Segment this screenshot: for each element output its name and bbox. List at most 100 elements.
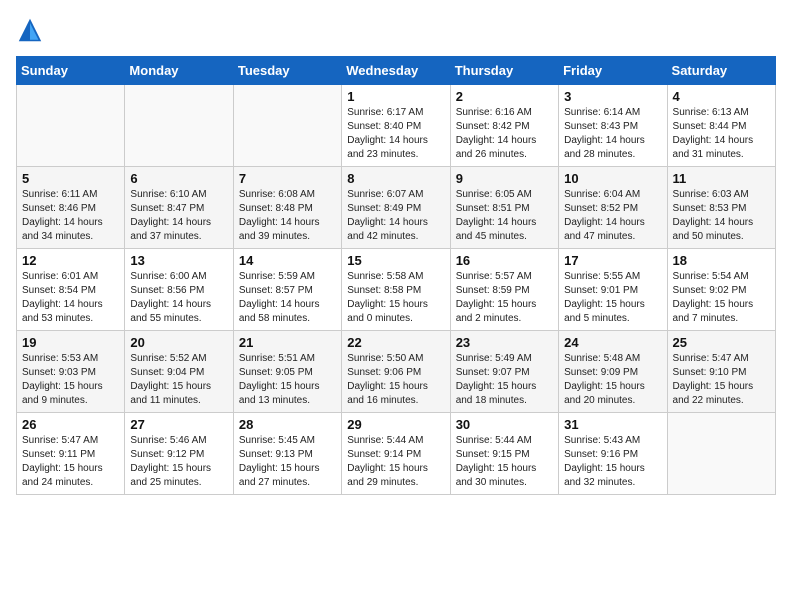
weekday-header: Tuesday: [233, 57, 341, 85]
weekday-header: Wednesday: [342, 57, 450, 85]
calendar-cell: 1 Sunrise: 6:17 AM Sunset: 8:40 PM Daylig…: [342, 85, 450, 167]
calendar-week-row: 1 Sunrise: 6:17 AM Sunset: 8:40 PM Daylig…: [17, 85, 776, 167]
day-number: 14: [239, 253, 336, 268]
day-number: 31: [564, 417, 661, 432]
day-info: Sunrise: 5:43 AM Sunset: 9:16 PM Dayligh…: [564, 434, 661, 490]
calendar-cell: 6 Sunrise: 6:10 AM Sunset: 8:47 PM Daylig…: [125, 167, 233, 249]
calendar-cell: 19 Sunrise: 5:53 AM Sunset: 9:03 PM Dayli…: [17, 331, 125, 413]
day-number: 28: [239, 417, 336, 432]
calendar-cell: 10Sunrise: 6:04 AM Sunset: 8:52 PM Dayli…: [559, 167, 667, 249]
weekday-header: Saturday: [667, 57, 775, 85]
day-info: Sunrise: 5:54 AM Sunset: 9:02 PM Dayligh…: [673, 270, 770, 326]
day-number: 10: [564, 171, 661, 186]
day-number: 5: [22, 171, 119, 186]
weekday-header: Friday: [559, 57, 667, 85]
day-number: 25: [673, 335, 770, 350]
day-number: 1: [347, 89, 444, 104]
day-info: Sunrise: 5:45 AM Sunset: 9:13 PM Dayligh…: [239, 434, 336, 490]
day-info: Sunrise: 6:08 AM Sunset: 8:48 PM Dayligh…: [239, 188, 336, 244]
day-number: 24: [564, 335, 661, 350]
page-header: [16, 16, 776, 44]
calendar-cell: 26 Sunrise: 5:47 AM Sunset: 9:11 PM Dayli…: [17, 413, 125, 495]
day-number: 30: [456, 417, 553, 432]
day-number: 27: [130, 417, 227, 432]
day-number: 19: [22, 335, 119, 350]
logo: [16, 16, 48, 44]
calendar-cell: 28 Sunrise: 5:45 AM Sunset: 9:13 PM Dayli…: [233, 413, 341, 495]
day-info: Sunrise: 6:14 AM Sunset: 8:43 PM Dayligh…: [564, 106, 661, 162]
calendar-cell: 21 Sunrise: 5:51 AM Sunset: 9:05 PM Dayli…: [233, 331, 341, 413]
day-info: Sunrise: 6:17 AM Sunset: 8:40 PM Dayligh…: [347, 106, 444, 162]
day-info: Sunrise: 5:44 AM Sunset: 9:15 PM Dayligh…: [456, 434, 553, 490]
day-info: Sunrise: 6:10 AM Sunset: 8:47 PM Dayligh…: [130, 188, 227, 244]
day-info: Sunrise: 6:11 AM Sunset: 8:46 PM Dayligh…: [22, 188, 119, 244]
day-info: Sunrise: 5:47 AM Sunset: 9:10 PM Dayligh…: [673, 352, 770, 408]
calendar-cell: 17Sunrise: 5:55 AM Sunset: 9:01 PM Dayli…: [559, 249, 667, 331]
weekday-header-row: SundayMondayTuesdayWednesdayThursdayFrid…: [17, 57, 776, 85]
day-info: Sunrise: 6:07 AM Sunset: 8:49 PM Dayligh…: [347, 188, 444, 244]
calendar-cell: 31 Sunrise: 5:43 AM Sunset: 9:16 PM Dayli…: [559, 413, 667, 495]
day-number: 15: [347, 253, 444, 268]
calendar-cell: 16Sunrise: 5:57 AM Sunset: 8:59 PM Dayli…: [450, 249, 558, 331]
calendar-cell: 12Sunrise: 6:01 AM Sunset: 8:54 PM Dayli…: [17, 249, 125, 331]
calendar-cell: 20Sunrise: 5:52 AM Sunset: 9:04 PM Dayli…: [125, 331, 233, 413]
day-info: Sunrise: 5:47 AM Sunset: 9:11 PM Dayligh…: [22, 434, 119, 490]
calendar-cell: 14 Sunrise: 5:59 AM Sunset: 8:57 PM Dayli…: [233, 249, 341, 331]
logo-icon: [16, 16, 44, 44]
calendar-cell: 27 Sunrise: 5:46 AM Sunset: 9:12 PM Dayli…: [125, 413, 233, 495]
calendar-cell: 3 Sunrise: 6:14 AM Sunset: 8:43 PM Daylig…: [559, 85, 667, 167]
calendar-cell: 4 Sunrise: 6:13 AM Sunset: 8:44 PM Daylig…: [667, 85, 775, 167]
day-number: 29: [347, 417, 444, 432]
calendar-cell: 24 Sunrise: 5:48 AM Sunset: 9:09 PM Dayli…: [559, 331, 667, 413]
day-info: Sunrise: 5:46 AM Sunset: 9:12 PM Dayligh…: [130, 434, 227, 490]
day-number: 11: [673, 171, 770, 186]
day-info: Sunrise: 6:00 AM Sunset: 8:56 PM Dayligh…: [130, 270, 227, 326]
calendar-cell: 5 Sunrise: 6:11 AM Sunset: 8:46 PM Daylig…: [17, 167, 125, 249]
calendar-cell: 29 Sunrise: 5:44 AM Sunset: 9:14 PM Dayli…: [342, 413, 450, 495]
day-number: 12: [22, 253, 119, 268]
calendar-cell: 13 Sunrise: 6:00 AM Sunset: 8:56 PM Dayli…: [125, 249, 233, 331]
calendar-week-row: 12Sunrise: 6:01 AM Sunset: 8:54 PM Dayli…: [17, 249, 776, 331]
day-info: Sunrise: 6:03 AM Sunset: 8:53 PM Dayligh…: [673, 188, 770, 244]
day-info: Sunrise: 5:44 AM Sunset: 9:14 PM Dayligh…: [347, 434, 444, 490]
day-info: Sunrise: 6:13 AM Sunset: 8:44 PM Dayligh…: [673, 106, 770, 162]
calendar-cell: 25 Sunrise: 5:47 AM Sunset: 9:10 PM Dayli…: [667, 331, 775, 413]
calendar-cell: 7 Sunrise: 6:08 AM Sunset: 8:48 PM Daylig…: [233, 167, 341, 249]
day-number: 6: [130, 171, 227, 186]
day-info: Sunrise: 5:51 AM Sunset: 9:05 PM Dayligh…: [239, 352, 336, 408]
day-number: 18: [673, 253, 770, 268]
day-number: 26: [22, 417, 119, 432]
day-number: 21: [239, 335, 336, 350]
day-number: 3: [564, 89, 661, 104]
calendar-cell: 30 Sunrise: 5:44 AM Sunset: 9:15 PM Dayli…: [450, 413, 558, 495]
day-number: 13: [130, 253, 227, 268]
day-number: 8: [347, 171, 444, 186]
day-info: Sunrise: 5:59 AM Sunset: 8:57 PM Dayligh…: [239, 270, 336, 326]
calendar-cell: [667, 413, 775, 495]
day-number: 7: [239, 171, 336, 186]
calendar-cell: [17, 85, 125, 167]
day-number: 16: [456, 253, 553, 268]
calendar-cell: 8 Sunrise: 6:07 AM Sunset: 8:49 PM Daylig…: [342, 167, 450, 249]
day-info: Sunrise: 5:49 AM Sunset: 9:07 PM Dayligh…: [456, 352, 553, 408]
calendar-week-row: 5 Sunrise: 6:11 AM Sunset: 8:46 PM Daylig…: [17, 167, 776, 249]
day-number: 22: [347, 335, 444, 350]
calendar-week-row: 19 Sunrise: 5:53 AM Sunset: 9:03 PM Dayli…: [17, 331, 776, 413]
calendar-cell: 9Sunrise: 6:05 AM Sunset: 8:51 PM Daylig…: [450, 167, 558, 249]
day-info: Sunrise: 5:48 AM Sunset: 9:09 PM Dayligh…: [564, 352, 661, 408]
calendar-cell: [125, 85, 233, 167]
calendar-cell: [233, 85, 341, 167]
day-info: Sunrise: 5:52 AM Sunset: 9:04 PM Dayligh…: [130, 352, 227, 408]
calendar-cell: 15Sunrise: 5:58 AM Sunset: 8:58 PM Dayli…: [342, 249, 450, 331]
day-number: 2: [456, 89, 553, 104]
weekday-header: Sunday: [17, 57, 125, 85]
calendar-table: SundayMondayTuesdayWednesdayThursdayFrid…: [16, 56, 776, 495]
day-info: Sunrise: 6:16 AM Sunset: 8:42 PM Dayligh…: [456, 106, 553, 162]
weekday-header: Thursday: [450, 57, 558, 85]
day-number: 4: [673, 89, 770, 104]
day-info: Sunrise: 5:50 AM Sunset: 9:06 PM Dayligh…: [347, 352, 444, 408]
calendar-cell: 2 Sunrise: 6:16 AM Sunset: 8:42 PM Daylig…: [450, 85, 558, 167]
day-info: Sunrise: 6:05 AM Sunset: 8:51 PM Dayligh…: [456, 188, 553, 244]
calendar-cell: 11 Sunrise: 6:03 AM Sunset: 8:53 PM Dayli…: [667, 167, 775, 249]
day-info: Sunrise: 5:53 AM Sunset: 9:03 PM Dayligh…: [22, 352, 119, 408]
